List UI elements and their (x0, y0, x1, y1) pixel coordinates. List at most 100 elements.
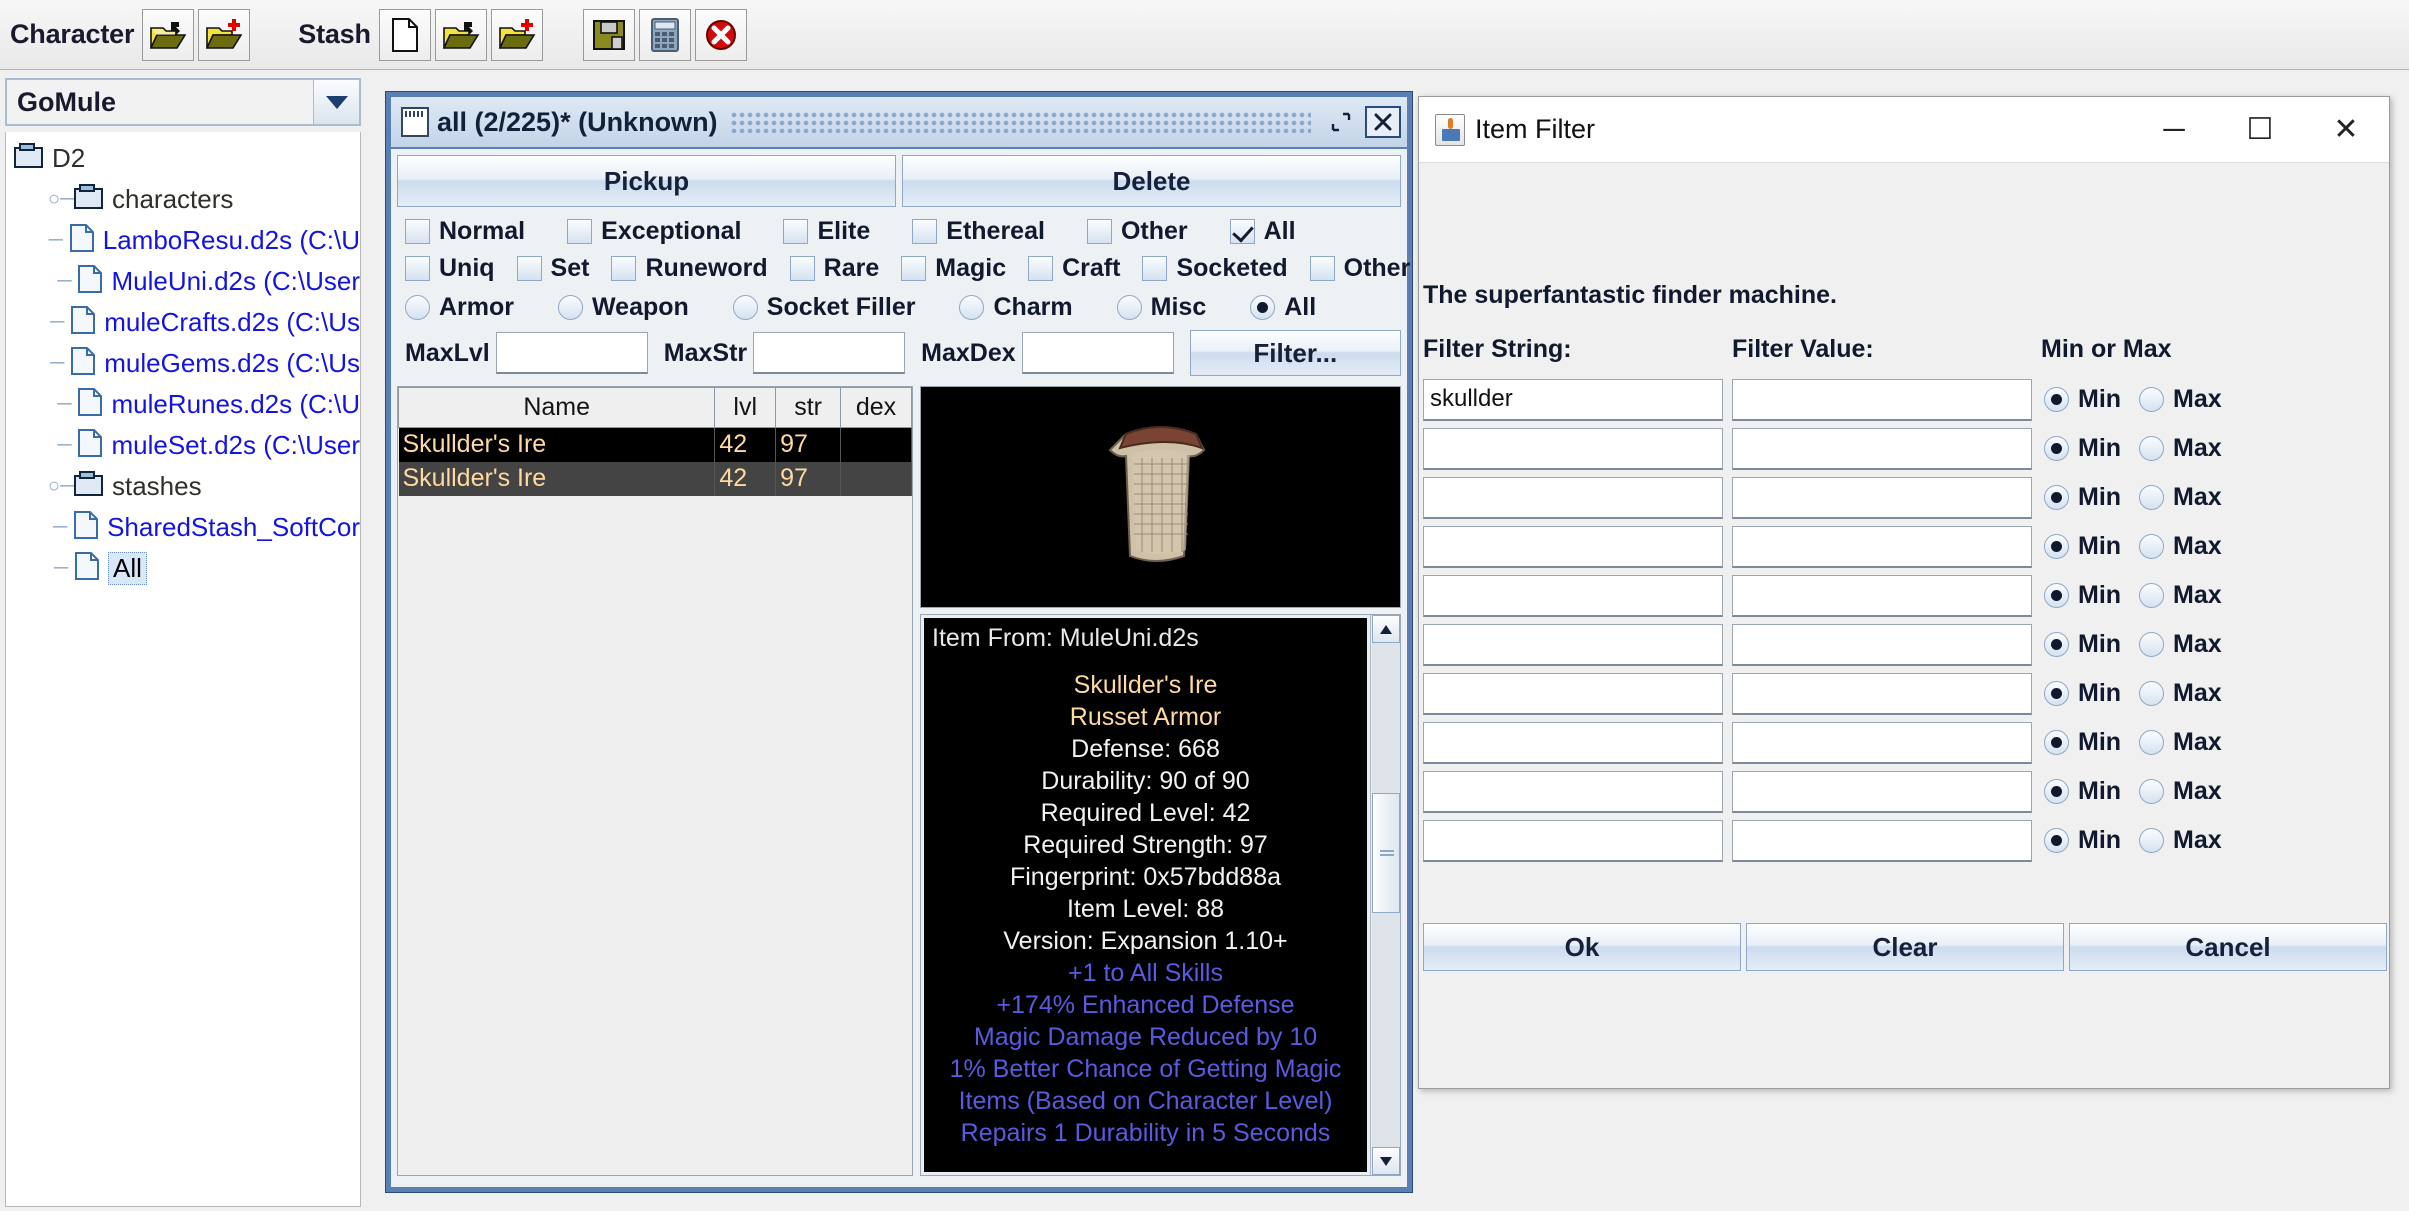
checkbox-craft[interactable]: Craft (1028, 254, 1120, 283)
radio-dot-icon[interactable] (2044, 583, 2069, 608)
checkbox-elite[interactable]: Elite (783, 217, 870, 246)
checkbox-box-icon[interactable] (611, 256, 636, 281)
filter-string-input[interactable] (1423, 722, 1723, 764)
filter-string-input[interactable] (1423, 477, 1723, 519)
tree-item-stashes[interactable]: ○─stashes (6, 466, 360, 507)
radio-min[interactable]: Min (2044, 434, 2121, 463)
minimize-button[interactable]: ─ (2131, 98, 2217, 162)
radio-max[interactable]: Max (2139, 777, 2222, 806)
ok-button[interactable]: Ok (1423, 923, 1741, 971)
save-button[interactable] (583, 9, 635, 61)
checkbox-box-icon[interactable] (1142, 256, 1167, 281)
checkbox-box-icon[interactable] (1087, 219, 1112, 244)
radio-weapon[interactable]: Weapon (558, 293, 689, 322)
pickup-button[interactable]: Pickup (397, 155, 896, 207)
filter-value-input[interactable] (1732, 526, 2032, 568)
tree-item-mulerunes[interactable]: ─muleRunes.d2s (C:\U (6, 384, 360, 425)
radio-armor[interactable]: Armor (405, 293, 514, 322)
filter-string-input[interactable] (1423, 624, 1723, 666)
checkbox-box-icon[interactable] (517, 256, 542, 281)
open-stash-button[interactable] (435, 9, 487, 61)
maxdex-input[interactable] (1022, 332, 1174, 374)
checkbox-normal[interactable]: Normal (405, 217, 525, 246)
checkbox-box-icon[interactable] (405, 256, 430, 281)
checkbox-box-icon[interactable] (405, 219, 430, 244)
filter-string-input[interactable] (1423, 820, 1723, 862)
maxlvl-input[interactable] (496, 332, 648, 374)
radio-dot-icon[interactable] (2139, 828, 2164, 853)
close-window-button[interactable] (1365, 106, 1401, 138)
radio-dot-icon[interactable] (2044, 632, 2069, 657)
cancel-button[interactable]: Cancel (2069, 923, 2387, 971)
checkbox-runeword[interactable]: Runeword (611, 254, 767, 283)
radio-dot-icon[interactable] (2139, 730, 2164, 755)
radio-dot-icon[interactable] (2044, 485, 2069, 510)
filter-value-input[interactable] (1732, 428, 2032, 470)
filter-string-input[interactable] (1423, 428, 1723, 470)
radio-dot-icon[interactable] (2044, 779, 2069, 804)
profile-combobox[interactable]: GoMule (5, 78, 361, 126)
radio-dot-icon[interactable] (2044, 387, 2069, 412)
radio-min[interactable]: Min (2044, 679, 2121, 708)
filter-value-input[interactable] (1732, 722, 2032, 764)
checkbox-box-icon[interactable] (783, 219, 808, 244)
col-dex[interactable]: dex (841, 388, 912, 428)
col-name[interactable]: Name (399, 388, 715, 428)
tree-expand-handle[interactable]: ○─ (48, 475, 74, 498)
filter-value-input[interactable] (1732, 477, 2032, 519)
radio-dot-icon[interactable] (2139, 534, 2164, 559)
radio-dot-icon[interactable] (2139, 387, 2164, 412)
radio-dot-icon[interactable] (1117, 295, 1142, 320)
calculator-button[interactable] (639, 9, 691, 61)
radio-max[interactable]: Max (2139, 385, 2222, 414)
filter-string-input[interactable]: skullder (1423, 379, 1723, 421)
filter-string-input[interactable] (1423, 771, 1723, 813)
checkbox-box-icon[interactable] (1230, 219, 1255, 244)
checkbox-box-icon[interactable] (1310, 256, 1335, 281)
radio-dot-icon[interactable] (2044, 828, 2069, 853)
checkbox-other[interactable]: Other (1310, 254, 1411, 283)
radio-socket-filler[interactable]: Socket Filler (733, 293, 916, 322)
checkbox-box-icon[interactable] (901, 256, 926, 281)
checkbox-socketed[interactable]: Socketed (1142, 254, 1287, 283)
checkbox-other[interactable]: Other (1087, 217, 1188, 246)
new-stash-button[interactable] (379, 9, 431, 61)
radio-max[interactable]: Max (2139, 434, 2222, 463)
open-character-button[interactable] (142, 9, 194, 61)
scrollbar-track[interactable] (1372, 643, 1400, 1147)
checkbox-box-icon[interactable] (567, 219, 592, 244)
close-dialog-button[interactable]: ✕ (2303, 98, 2389, 162)
filter-value-input[interactable] (1732, 820, 2032, 862)
item-table[interactable]: Name lvl str dex Skullder's Ire4297Skull… (397, 386, 913, 1176)
add-stash-button[interactable] (491, 9, 543, 61)
restore-window-button[interactable] (1323, 106, 1359, 138)
delete-button[interactable]: Delete (902, 155, 1401, 207)
tree-item-mulecrafts[interactable]: ─muleCrafts.d2s (C:\Us (6, 302, 360, 343)
radio-dot-icon[interactable] (2044, 681, 2069, 706)
radio-dot-icon[interactable] (2044, 436, 2069, 461)
close-button[interactable] (695, 9, 747, 61)
filter-button[interactable]: Filter... (1190, 330, 1401, 376)
item-window-titlebar[interactable]: all (2/225)* (Unknown) (391, 97, 1407, 149)
checkbox-magic[interactable]: Magic (901, 254, 1006, 283)
checkbox-uniq[interactable]: Uniq (405, 254, 495, 283)
radio-dot-icon[interactable] (959, 295, 984, 320)
maximize-button[interactable]: ☐ (2217, 98, 2303, 162)
radio-dot-icon[interactable] (733, 295, 758, 320)
tree-item-characters[interactable]: ○─characters (6, 179, 360, 220)
scrollbar-thumb[interactable] (1372, 793, 1400, 913)
radio-max[interactable]: Max (2139, 532, 2222, 561)
radio-min[interactable]: Min (2044, 581, 2121, 610)
radio-min[interactable]: Min (2044, 777, 2121, 806)
radio-dot-icon[interactable] (2139, 632, 2164, 657)
filter-string-input[interactable] (1423, 673, 1723, 715)
radio-dot-icon[interactable] (2044, 534, 2069, 559)
radio-dot-icon[interactable] (558, 295, 583, 320)
filter-value-input[interactable] (1732, 673, 2032, 715)
scroll-down-button[interactable] (1372, 1147, 1400, 1175)
radio-min[interactable]: Min (2044, 532, 2121, 561)
filter-value-input[interactable] (1732, 771, 2032, 813)
radio-max[interactable]: Max (2139, 581, 2222, 610)
filter-string-input[interactable] (1423, 526, 1723, 568)
radio-dot-icon[interactable] (2139, 583, 2164, 608)
